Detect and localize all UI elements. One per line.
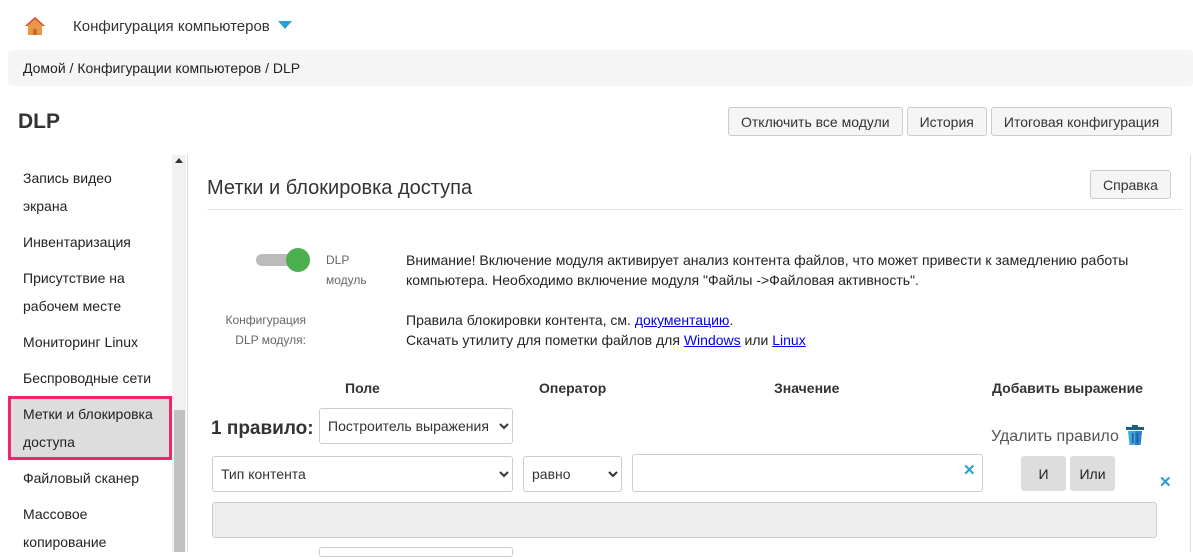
home-icon[interactable] bbox=[24, 16, 46, 36]
page-title: DLP bbox=[18, 110, 60, 133]
sidebar-item-screen-recording[interactable]: Запись видео экрана bbox=[8, 155, 172, 224]
sidebar-item-labels-access[interactable]: Метки и блокировка доступа bbox=[8, 396, 172, 460]
delete-rule-button[interactable]: Удалить правило bbox=[991, 425, 1145, 446]
sidebar-item-presence[interactable]: Присутствие на рабочем месте bbox=[8, 260, 172, 324]
toggle-label: DLP модуль bbox=[326, 250, 367, 290]
documentation-link[interactable]: документацию bbox=[635, 312, 730, 328]
disable-all-modules-button[interactable]: Отключить все модули bbox=[728, 107, 903, 136]
remove-expression-icon[interactable]: ✕ bbox=[1159, 473, 1172, 491]
config-label-1: Конфигурация bbox=[225, 313, 306, 327]
toggle-knob[interactable] bbox=[286, 248, 310, 272]
sidebar-item-wireless[interactable]: Беспроводные сети bbox=[8, 360, 172, 396]
rule-label: 1 правило: bbox=[211, 418, 314, 439]
delete-rule-label: Удалить правило bbox=[991, 428, 1119, 445]
header-add-expression: Добавить выражение bbox=[992, 380, 1143, 396]
content-panel bbox=[187, 155, 1191, 552]
header-operator: Оператор bbox=[539, 380, 607, 396]
toggle-label-1: DLP bbox=[326, 253, 350, 267]
sidebar-item-mass-copy[interactable]: Массовое копирование bbox=[8, 496, 172, 560]
expression-preview bbox=[212, 502, 1157, 538]
clear-value-icon[interactable]: ✕ bbox=[963, 461, 976, 479]
breadcrumb-current: DLP bbox=[272, 60, 301, 76]
toggle-label-2: модуль bbox=[326, 273, 367, 287]
next-rule-select[interactable] bbox=[319, 547, 513, 557]
windows-link[interactable]: Windows bbox=[684, 332, 741, 348]
breadcrumb-configs[interactable]: Конфигурации компьютеров bbox=[77, 60, 261, 76]
scrollbar-thumb[interactable] bbox=[174, 410, 185, 552]
rules-text: Правила блокировки контента, см. bbox=[406, 312, 631, 328]
field-select[interactable]: Тип контента bbox=[212, 456, 513, 492]
chevron-down-icon bbox=[277, 21, 292, 29]
expression-builder-select[interactable]: Построитель выражения bbox=[319, 408, 513, 444]
final-config-button[interactable]: Итоговая конфигурация bbox=[990, 107, 1173, 136]
rules-info: Правила блокировки контента, см. докумен… bbox=[406, 312, 806, 348]
sidebar-item-linux-monitoring[interactable]: Мониторинг Linux bbox=[8, 324, 172, 360]
sidebar-item-inventory[interactable]: Инвентаризация bbox=[8, 224, 172, 260]
config-menu-label: Конфигурация компьютеров bbox=[73, 18, 270, 35]
config-label-2: DLP модуля: bbox=[235, 333, 306, 347]
trash-icon bbox=[1126, 425, 1145, 445]
or-text: или bbox=[744, 332, 769, 348]
and-button[interactable]: И bbox=[1021, 456, 1066, 491]
page-toolbar: Отключить все модули История Итоговая ко… bbox=[728, 107, 1173, 136]
value-input[interactable] bbox=[632, 454, 983, 492]
breadcrumb-home[interactable]: Домой bbox=[23, 60, 66, 76]
util-text: Скачать утилиту для пометки файлов для bbox=[406, 332, 680, 348]
operator-select[interactable]: равно bbox=[523, 456, 622, 492]
config-label: Конфигурация DLP модуля: bbox=[186, 310, 306, 350]
warning-text: Внимание! Включение модуля активирует ан… bbox=[406, 252, 1129, 288]
header-value: Значение bbox=[774, 380, 840, 396]
linux-link[interactable]: Linux bbox=[772, 332, 805, 348]
history-button[interactable]: История bbox=[906, 107, 987, 136]
help-button[interactable]: Справка bbox=[1090, 170, 1171, 199]
scroll-up-icon[interactable] bbox=[175, 158, 183, 163]
sidebar: Запись видео экрана Инвентаризация Прису… bbox=[8, 155, 172, 552]
panel-title: Метки и блокировка доступа bbox=[207, 177, 473, 199]
header-field: Поле bbox=[345, 380, 380, 396]
or-button[interactable]: Или bbox=[1070, 456, 1115, 491]
divider bbox=[207, 209, 1182, 210]
config-menu[interactable]: Конфигурация компьютеров bbox=[73, 18, 292, 35]
breadcrumb: Домой / Конфигурации компьютеров / DLP bbox=[8, 50, 1193, 86]
sidebar-item-file-scanner[interactable]: Файловый сканер bbox=[8, 460, 172, 496]
